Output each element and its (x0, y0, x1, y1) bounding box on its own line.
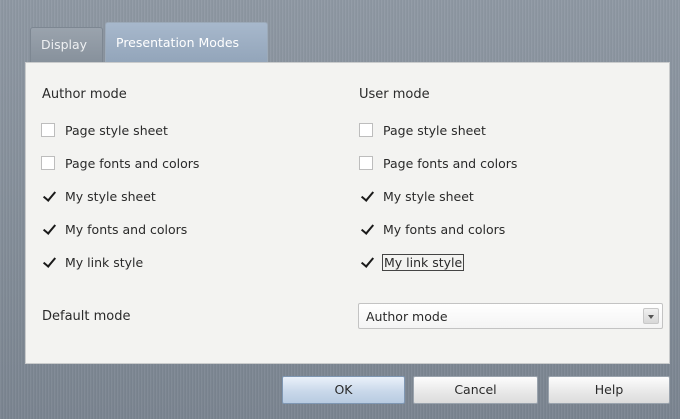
tab-display[interactable]: Display (30, 27, 103, 62)
checkmark-icon[interactable] (359, 189, 373, 203)
cancel-button[interactable]: Cancel (413, 376, 538, 404)
option-label: Page fonts and colors (383, 155, 518, 171)
checkbox[interactable] (359, 156, 373, 170)
ok-button[interactable]: OK (282, 376, 405, 404)
checkbox[interactable] (359, 123, 373, 137)
option-label: My style sheet (383, 188, 474, 204)
author-my-link-style-option[interactable]: My link style (41, 253, 143, 271)
default-mode-select[interactable]: Author mode (358, 303, 663, 329)
chevron-down-icon[interactable] (643, 308, 659, 324)
checkmark-icon[interactable] (41, 255, 55, 269)
option-label: My fonts and colors (65, 221, 188, 237)
default-mode-label: Default mode (42, 309, 131, 324)
option-label: My link style (65, 254, 144, 270)
option-label: Page fonts and colors (65, 155, 200, 171)
author-page-fonts-colors-option[interactable]: Page fonts and colors (41, 154, 199, 172)
user-my-style-sheet-option[interactable]: My style sheet (359, 187, 474, 205)
checkmark-icon[interactable] (359, 255, 373, 269)
option-label: Page style sheet (383, 122, 486, 138)
user-page-style-sheet-option[interactable]: Page style sheet (359, 121, 486, 139)
option-label: My style sheet (65, 188, 156, 204)
option-label: Page style sheet (65, 122, 168, 138)
author-my-style-sheet-option[interactable]: My style sheet (41, 187, 156, 205)
presentation-modes-panel: Author mode User mode Page style sheet P… (25, 62, 670, 364)
user-mode-heading: User mode (359, 87, 430, 102)
author-page-style-sheet-option[interactable]: Page style sheet (41, 121, 168, 139)
help-button[interactable]: Help (548, 376, 670, 404)
user-my-link-style-option[interactable]: My link style (359, 253, 465, 271)
checkmark-icon[interactable] (359, 222, 373, 236)
checkbox[interactable] (41, 156, 55, 170)
user-page-fonts-colors-option[interactable]: Page fonts and colors (359, 154, 517, 172)
option-label: My link style (382, 253, 465, 271)
default-mode-value: Author mode (366, 309, 448, 324)
tab-presentation-modes[interactable]: Presentation Modes (105, 22, 268, 62)
user-my-fonts-colors-option[interactable]: My fonts and colors (359, 220, 505, 238)
checkbox[interactable] (41, 123, 55, 137)
checkmark-icon[interactable] (41, 222, 55, 236)
option-label: My fonts and colors (383, 221, 506, 237)
author-my-fonts-colors-option[interactable]: My fonts and colors (41, 220, 187, 238)
author-mode-heading: Author mode (42, 87, 127, 102)
checkmark-icon[interactable] (41, 189, 55, 203)
